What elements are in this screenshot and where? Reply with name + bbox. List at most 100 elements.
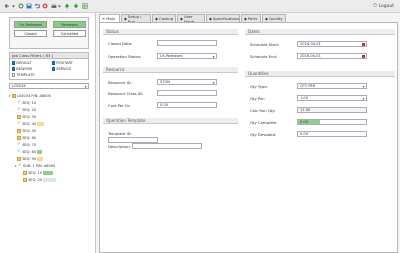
- tree-seq-row[interactable]: SEQ: 10: [23, 170, 54, 177]
- dates-section-header: Dates: [245, 29, 395, 35]
- tree-seq-row[interactable]: SEQ: 50: [17, 128, 36, 135]
- print-icon[interactable]: [50, 2, 57, 10]
- check-icon: ✓: [17, 107, 21, 113]
- closed-button[interactable]: Closed: [14, 30, 47, 37]
- filter-template[interactable]: TEMPLATE: [12, 73, 35, 77]
- checkbox-icon: [12, 67, 16, 71]
- description-field[interactable]: [132, 143, 202, 149]
- checkbox-icon: [12, 61, 16, 65]
- qty-per-select[interactable]: 1.00: [297, 95, 367, 101]
- tab-user-fields[interactable]: ◆ User Fields: [177, 14, 205, 24]
- job-select[interactable]: J-00034: [9, 83, 89, 90]
- resource-class-label: Resource Class ID:: [108, 91, 144, 96]
- qty-type-label: Qty Type:: [250, 84, 268, 89]
- qty-complete-label: Qty Complete:: [250, 120, 278, 125]
- op-status-select[interactable]: Un-Released: [157, 53, 217, 59]
- pending-icon: [23, 178, 27, 183]
- pending-icon: [23, 171, 27, 176]
- quality-icon: ◆: [265, 16, 268, 21]
- resource-id-select[interactable]: STON: [157, 79, 217, 85]
- tab-parts[interactable]: ◆ Parts: [241, 14, 261, 22]
- tree-seq-row[interactable]: SEQ: 30: [17, 114, 36, 121]
- filter-default[interactable]: DEFAULT: [12, 61, 32, 65]
- logout-icon: [373, 3, 377, 9]
- checkbox-icon: [52, 61, 56, 65]
- tab-specifications[interactable]: ◆ Specifications: [206, 14, 240, 22]
- check-icon: ✓: [17, 142, 21, 148]
- status-section-header: Status: [103, 29, 238, 35]
- resource-section-header: Resource: [103, 67, 238, 73]
- check-icon: ✓: [17, 163, 22, 169]
- status-buttons: Un-Released Released Closed Cancelled: [9, 17, 89, 49]
- logout-label: Logout: [378, 3, 394, 9]
- tab-quality[interactable]: ◆ Quality: [262, 14, 286, 22]
- tree-seq-row[interactable]: SEQ: 90: [17, 156, 44, 163]
- undo-icon[interactable]: [33, 2, 40, 10]
- cost-field[interactable]: 0.00: [157, 102, 217, 108]
- resource-class-field[interactable]: [157, 90, 217, 96]
- check-icon: ✓: [17, 149, 21, 155]
- filter-rework[interactable]: REWORK: [12, 67, 32, 71]
- save-icon[interactable]: [25, 2, 32, 10]
- filter-service[interactable]: SERVICE: [52, 67, 71, 71]
- user-fields-icon: ◆: [180, 16, 183, 21]
- tree-seq-row[interactable]: ✓ SEQ: 40: [17, 121, 45, 128]
- calendar-icon[interactable]: [361, 55, 365, 58]
- dropdown-caret-icon[interactable]: [11, 2, 15, 10]
- resource-id-label: Resource ID :: [108, 80, 134, 85]
- closed-date-field[interactable]: [157, 40, 217, 46]
- wrench-icon: ✕: [102, 16, 106, 21]
- calc-run-field: 17.00: [297, 107, 367, 113]
- progress-fill: [37, 150, 43, 155]
- tab-setup-run[interactable]: ◆ Setup / Run: [121, 14, 151, 24]
- schedule-end-label: Schedule End:: [250, 54, 278, 59]
- schedule-end-field[interactable]: 2016-04-01: [297, 53, 367, 59]
- move-down-icon[interactable]: [72, 2, 79, 10]
- back-arrow-icon[interactable]: [3, 2, 10, 10]
- cancelled-button[interactable]: Cancelled: [53, 30, 86, 37]
- job-class-filters: Job Class Filters ( 83 ) DEFAULT FIRSTAR…: [9, 52, 89, 80]
- left-panel: Un-Released Released Closed Cancelled Jo…: [0, 13, 96, 253]
- move-up-icon[interactable]: [63, 2, 70, 10]
- filters-title: Job Class Filters ( 83 ): [10, 53, 88, 59]
- toolbar: Logout: [0, 0, 400, 13]
- qty-complete-field: 5.00: [297, 119, 367, 125]
- tree-seq-row[interactable]: SEQ: 60: [17, 135, 36, 142]
- tree-seq-row[interactable]: ✓ SEQ: 10: [17, 100, 36, 107]
- template-section-header: Operation Template: [103, 118, 238, 124]
- tree-job-node[interactable]: ▾ J-00034 P/N: A8000: [9, 93, 51, 100]
- calendar-icon[interactable]: [361, 43, 365, 46]
- delete-icon[interactable]: [41, 2, 48, 10]
- tree-seq-row[interactable]: ✓ SEQ: 20: [17, 107, 36, 114]
- tree-seq-row[interactable]: ✓ SEQ: 80: [17, 149, 43, 156]
- refresh-icon[interactable]: [17, 2, 24, 10]
- job-folder-icon: [11, 94, 16, 99]
- specifications-icon: ◆: [209, 16, 212, 21]
- cost-label: Cost Per Hr:: [108, 103, 131, 108]
- calc-run-label: Calc Run Qty:: [250, 108, 276, 113]
- progress-fill: [37, 157, 44, 162]
- tree-seq-row[interactable]: SEQ: 20: [23, 177, 57, 184]
- pending-icon: [17, 115, 21, 120]
- setup-icon: ◆: [124, 16, 127, 21]
- schedule-start-field[interactable]: 2016-04-01: [297, 41, 367, 47]
- collapse-icon: ▾: [9, 94, 11, 99]
- print-caret-icon[interactable]: [57, 2, 61, 10]
- unreleased-button[interactable]: Un-Released: [14, 21, 47, 28]
- tree-seq-row[interactable]: ✓ SEQ: 70: [17, 142, 36, 149]
- schedule-start-label: Schedule Start:: [250, 42, 280, 47]
- logout-link[interactable]: Logout: [373, 3, 394, 9]
- qty-deviated-field[interactable]: 0.00: [297, 131, 367, 137]
- check-icon: ✓: [17, 121, 21, 127]
- filter-firstart[interactable]: FIRSTART: [52, 61, 73, 65]
- parts-icon: ◆: [244, 16, 247, 21]
- closed-date-label: Closed Date:: [108, 41, 133, 46]
- collapse-icon: ▾: [15, 164, 17, 169]
- released-button[interactable]: Released: [53, 21, 86, 28]
- costing-icon: ◆: [155, 16, 158, 21]
- qty-type-select[interactable]: QTY PER: [297, 83, 367, 89]
- qty-per-label: Qty Per:: [250, 96, 266, 101]
- grid-icon[interactable]: [81, 2, 88, 10]
- tab-costing[interactable]: ◆ Costing: [152, 14, 176, 22]
- tree-sub-node[interactable]: ▾ ✓ SUB: 1 P/N: A8000: [15, 163, 55, 170]
